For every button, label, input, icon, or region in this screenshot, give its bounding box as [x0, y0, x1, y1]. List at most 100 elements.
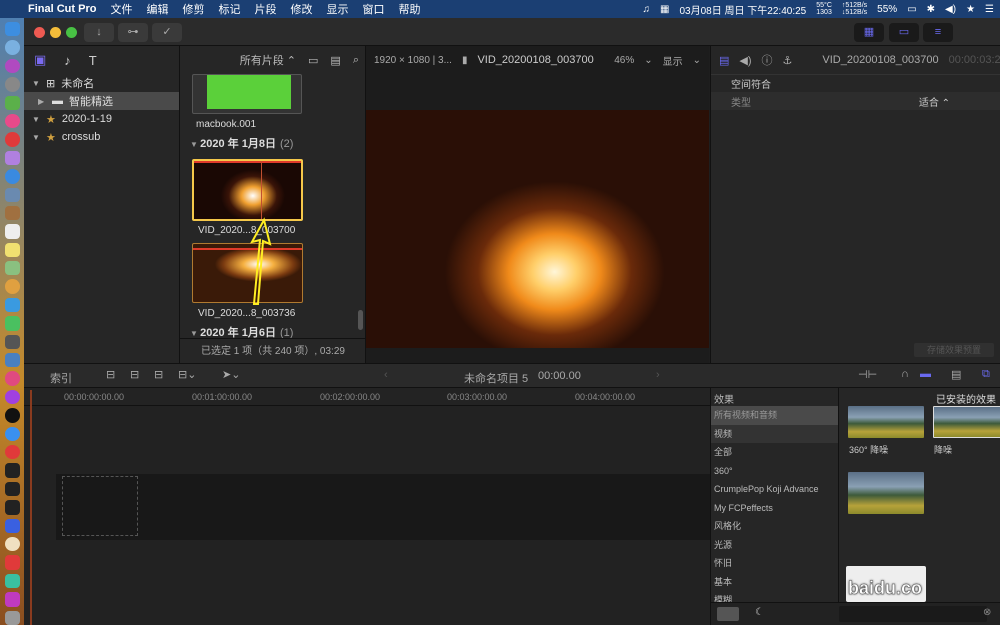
effects-category[interactable]: 360° — [711, 462, 838, 481]
audio-inspector-icon[interactable]: ◀) — [739, 54, 751, 67]
music-app-icon[interactable] — [4, 371, 20, 386]
library-item[interactable]: ▼ ⊞ 未命名 — [24, 74, 179, 92]
show-browser-button[interactable]: ▦ — [854, 23, 884, 42]
datetime[interactable]: 03月08日 周日 下午22:40:25 — [680, 2, 807, 17]
facetime-icon[interactable] — [4, 316, 20, 331]
primary-storyline[interactable] — [56, 474, 710, 540]
titles-generators-icon[interactable]: T — [89, 53, 97, 68]
app-icon[interactable] — [4, 40, 20, 55]
menu-clip[interactable]: 片段 — [254, 1, 276, 17]
app-icon[interactable] — [4, 353, 20, 368]
console-icon[interactable] — [4, 500, 20, 515]
append-clip-icon[interactable]: ⊟ — [154, 368, 163, 381]
effects-category[interactable]: 所有视频和音频 — [711, 406, 838, 425]
app-icon[interactable] — [4, 150, 20, 166]
date-group-header[interactable]: ▼ 2020 年 1月8日 (2) — [190, 135, 293, 151]
show-timeline-button[interactable]: ▭ — [889, 23, 919, 42]
effects-search-input[interactable] — [839, 606, 987, 622]
battery-percent[interactable]: 55% — [877, 4, 897, 15]
browser-scrollbar[interactable] — [358, 310, 363, 330]
smart-collection-item[interactable]: ▶ ▬ 智能精选 — [24, 92, 179, 110]
zoom-window-button[interactable] — [66, 27, 77, 38]
final-cut-icon[interactable] — [4, 592, 20, 607]
headphones-icon[interactable]: ∩ — [901, 368, 909, 380]
app-icon[interactable] — [4, 573, 20, 589]
timeline-ruler[interactable]: 00:00:00:00.00 00:01:00:00.00 00:02:00:0… — [24, 388, 710, 406]
video-inspector-icon[interactable]: ▤ — [719, 54, 729, 67]
clip-appearance-icon[interactable]: ▬ — [920, 368, 931, 380]
effects-category[interactable]: 怀旧 — [711, 554, 838, 573]
forward-arrow-icon[interactable]: › — [656, 369, 660, 381]
battery-icon[interactable]: ▭ — [907, 4, 916, 15]
clip-appearance-icon[interactable]: ▭ — [308, 54, 318, 67]
preview-icon[interactable] — [4, 187, 20, 202]
android-icon[interactable] — [4, 95, 20, 110]
effects-category[interactable]: 基本 — [711, 573, 838, 592]
audio-skimming-icon[interactable]: ⊣⊢ — [858, 368, 877, 381]
app-icon[interactable] — [4, 205, 20, 221]
timeline-index-button[interactable]: 索引 — [50, 370, 72, 386]
appstore-icon[interactable] — [4, 426, 20, 441]
chrome-icon[interactable] — [4, 113, 20, 129]
disclosure-triangle-icon[interactable]: ▼ — [32, 79, 40, 88]
bluetooth-icon[interactable]: ✱ — [927, 4, 935, 15]
timeline-area[interactable] — [24, 406, 710, 625]
disclosure-triangle-icon[interactable]: ▼ — [32, 115, 40, 124]
calendar-app-icon[interactable] — [4, 224, 20, 239]
effect-thumbnail[interactable] — [848, 472, 924, 514]
vpn-icon[interactable] — [4, 518, 20, 533]
close-window-button[interactable] — [34, 27, 45, 38]
import-button[interactable]: ↓ — [84, 23, 114, 42]
info-inspector-icon[interactable]: ⓘ — [762, 52, 773, 68]
effects-category[interactable]: 全部 — [711, 443, 838, 462]
event-item[interactable]: ▼ ★ 2020-1-19 — [24, 110, 179, 128]
notes-icon[interactable] — [4, 242, 20, 258]
volume-icon[interactable]: ◀) — [945, 4, 956, 15]
clear-search-icon[interactable]: ⊗ — [983, 607, 991, 618]
menu-modify[interactable]: 修改 — [290, 1, 312, 17]
share-inspector-icon[interactable]: ⚓ — [783, 54, 793, 67]
messages-icon[interactable] — [4, 297, 20, 313]
siri-icon[interactable] — [4, 58, 20, 74]
list-icon[interactable]: ☰ — [985, 4, 994, 15]
conform-type-dropdown[interactable]: 适合 ⌃ — [919, 94, 950, 109]
event-item[interactable]: ▼ ★ crossub — [24, 128, 179, 146]
effect-thumbnail[interactable] — [933, 406, 1000, 438]
view-options-dropdown[interactable]: 显示 — [663, 53, 683, 68]
clip-thumbnail-selected[interactable] — [192, 159, 303, 221]
clip-filter-dropdown[interactable]: 所有片段 ⌃ — [240, 52, 296, 68]
trash-icon[interactable] — [4, 610, 20, 625]
connect-clip-icon[interactable]: ⊟ — [106, 368, 115, 381]
effects-category[interactable]: My FCPeffects — [711, 499, 838, 518]
star-icon[interactable]: ★ — [966, 4, 975, 15]
menu-edit[interactable]: 编辑 — [146, 1, 168, 17]
yandex-icon[interactable] — [4, 536, 20, 552]
background-tasks-button[interactable]: ✓ — [152, 23, 182, 42]
insert-clip-icon[interactable]: ⊟ — [130, 368, 139, 381]
app-icon[interactable] — [4, 132, 20, 147]
netease-music-icon[interactable] — [4, 555, 20, 570]
terminal-icon[interactable] — [4, 463, 20, 478]
minimize-window-button[interactable] — [50, 27, 61, 38]
libraries-icon[interactable]: ▣ — [34, 52, 46, 68]
photos-icon[interactable] — [4, 279, 20, 294]
sidebar-toggle-button[interactable] — [717, 607, 739, 621]
menu-mark[interactable]: 标记 — [218, 1, 240, 17]
disclosure-triangle-icon[interactable]: ▼ — [32, 133, 40, 142]
effects-category[interactable]: 风格化 — [711, 517, 838, 536]
zoom-dropdown[interactable]: 46% — [614, 55, 634, 66]
video-frame[interactable] — [366, 110, 709, 348]
timeline-index-icon[interactable]: ▤ — [951, 368, 961, 381]
effects-category[interactable]: CrumplePop Koji Advance — [711, 480, 838, 499]
search-icon[interactable]: ⌕ — [353, 54, 359, 67]
menu-file[interactable]: 文件 — [110, 1, 132, 17]
effect-thumbnail[interactable] — [848, 406, 924, 438]
calendar-icon[interactable]: ▦ — [660, 4, 669, 15]
safari-icon[interactable] — [4, 169, 20, 184]
maps-icon[interactable] — [4, 261, 20, 276]
clip-thumbnail-macbook[interactable] — [192, 74, 302, 114]
settings-icon[interactable] — [4, 334, 20, 350]
app-menu[interactable]: Final Cut Pro — [28, 3, 96, 15]
activity-monitor-icon[interactable] — [4, 481, 20, 497]
keyword-button[interactable]: ⊶ — [118, 23, 148, 42]
